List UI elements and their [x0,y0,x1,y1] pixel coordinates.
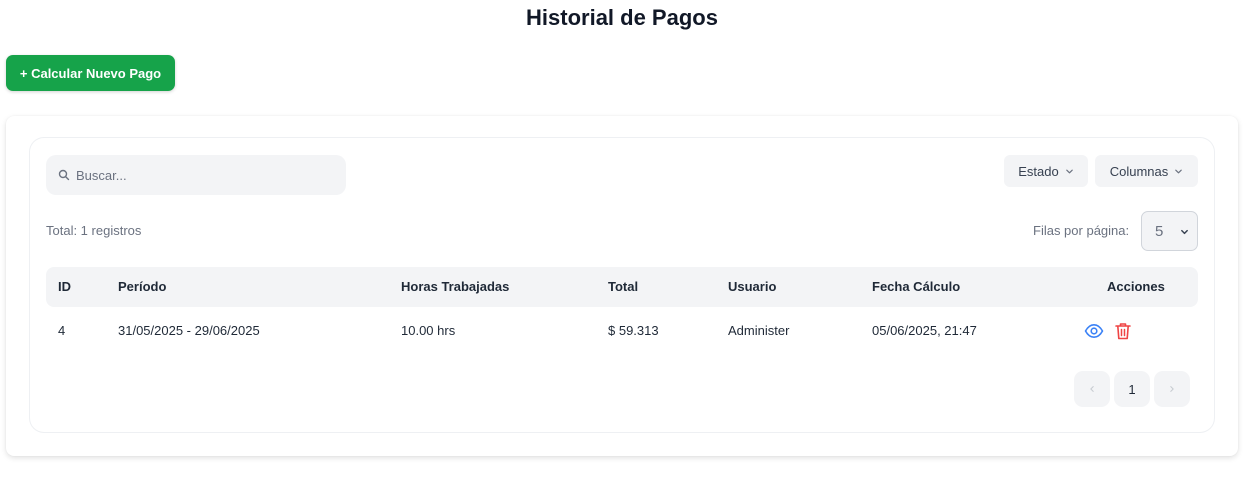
column-header-acciones: Acciones [1107,279,1165,294]
columnas-label: Columnas [1109,163,1169,179]
chevron-down-icon [1174,167,1183,176]
column-header-periodo[interactable]: Período [118,267,166,307]
cell-total: $ 59.313 [608,323,659,338]
table-panel: Estado Columnas Total: 1 registros Filas… [30,138,1214,432]
cell-horas: 10.00 hrs [401,323,456,338]
columnas-dropdown[interactable]: Columnas [1095,155,1198,187]
table-row: 4 31/05/2025 - 29/06/2025 10.00 hrs $ 59… [46,309,1198,353]
next-page-button[interactable] [1154,371,1190,407]
rows-per-page-value: 5 [1155,222,1164,240]
page-number-button[interactable]: 1 [1114,371,1150,407]
trash-icon[interactable] [1113,321,1133,341]
chevron-right-icon [1168,385,1176,393]
cell-fecha: 05/06/2025, 21:47 [872,323,977,338]
chevron-down-icon [1180,227,1189,236]
cell-usuario: Administer [728,323,790,338]
chevron-left-icon [1088,385,1096,393]
search-icon [58,169,70,181]
rows-per-page-label: Filas por página: [1033,223,1130,238]
total-records-text: Total: 1 registros [46,223,142,238]
table-header: ID Período Horas Trabajadas Total Usuari… [46,267,1198,307]
column-header-id[interactable]: ID [58,267,71,307]
eye-icon[interactable] [1084,321,1104,341]
search-input[interactable] [76,167,336,183]
column-header-total[interactable]: Total [608,267,638,307]
search-box[interactable] [46,155,346,195]
rows-per-page-select[interactable]: 5 [1141,211,1198,251]
history-card: Estado Columnas Total: 1 registros Filas… [6,116,1238,456]
chevron-down-icon [1065,167,1074,176]
cell-id: 4 [58,323,66,338]
page-title: Historial de Pagos [526,5,718,30]
column-header-fecha[interactable]: Fecha Cálculo [872,267,960,307]
column-header-horas[interactable]: Horas Trabajadas [401,267,509,307]
estado-filter-dropdown[interactable]: Estado [1004,155,1088,187]
calculate-new-payment-button[interactable]: + Calcular Nuevo Pago [6,55,175,91]
column-header-usuario[interactable]: Usuario [728,267,776,307]
estado-filter-label: Estado [1018,163,1059,179]
cell-periodo: 31/05/2025 - 29/06/2025 [118,323,260,338]
previous-page-button[interactable] [1074,371,1110,407]
